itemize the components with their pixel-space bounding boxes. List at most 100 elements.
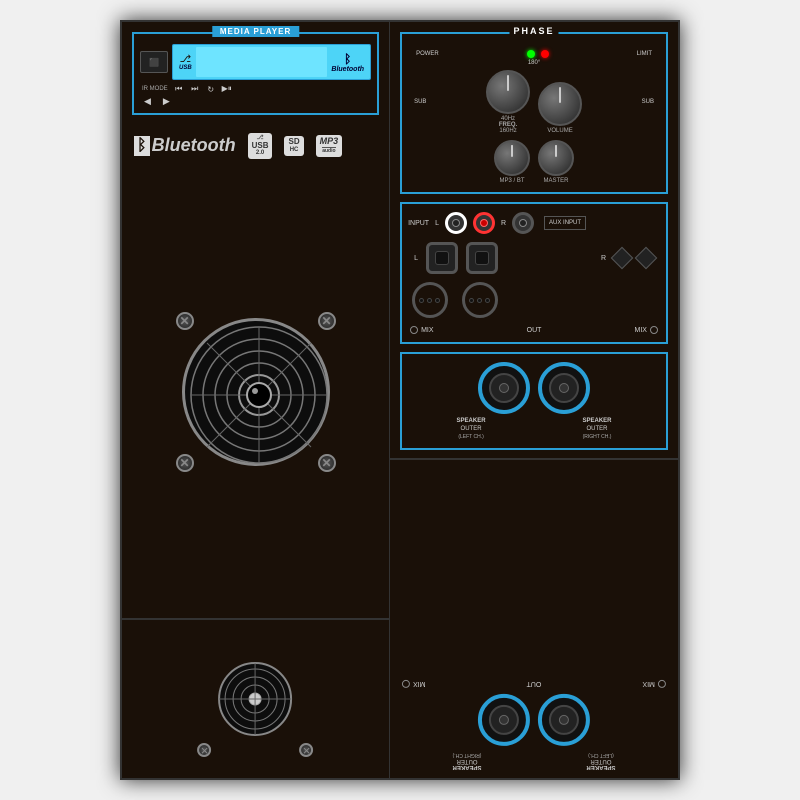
- inv-mix-row: MIX OUT MIX: [400, 680, 668, 688]
- trs-right-inner: [475, 251, 489, 265]
- speaker-right-sub: OUTER: [583, 426, 612, 434]
- mp3bt-knob[interactable]: [494, 140, 530, 176]
- rca-right-inner: [480, 219, 488, 227]
- led-red: [541, 50, 549, 58]
- sub-right-label: SUB: [642, 99, 654, 105]
- sub-left-label: SUB: [414, 99, 426, 105]
- vol-knob[interactable]: [538, 82, 582, 126]
- freq-knob-group[interactable]: 40Hz FREQ. 160Hz: [486, 70, 530, 134]
- lcd-screen: ⎇ USB ᛒ Bluetooth: [172, 44, 371, 80]
- sub-right-group: SUB: [642, 99, 654, 105]
- inv-speakon-right-inner: [489, 705, 519, 735]
- phase-top-labels: POWER LIMIT: [408, 46, 660, 60]
- speakon-left[interactable]: [478, 362, 530, 414]
- input-label: INPUT: [408, 220, 429, 227]
- ffwd-btn[interactable]: ▶: [163, 96, 170, 107]
- rca-left-connector[interactable]: [445, 212, 467, 234]
- usb-badge-label: USB: [252, 142, 269, 151]
- rca-mono-connector[interactable]: [512, 212, 534, 234]
- xlr-right-dots: [469, 298, 491, 303]
- phase-section: PHASE POWER LIMIT 180° SUB: [400, 32, 668, 194]
- limit-label: LIMIT: [637, 51, 652, 57]
- master-knob-group[interactable]: MASTER: [538, 140, 574, 184]
- media-player-title: MEDIA PLAYER: [212, 26, 299, 37]
- fan-section: ✕ ✕ ✕ ✕: [122, 167, 389, 618]
- xlr-right[interactable]: [462, 282, 498, 318]
- lcd-display-area: [196, 47, 328, 77]
- next-btn[interactable]: ⏭: [188, 84, 202, 94]
- usb-icon: ⎇: [180, 54, 192, 65]
- trs-left-jack[interactable]: [426, 242, 458, 274]
- out-label: OUT: [527, 327, 542, 334]
- speaker-left-ch: (LEFT CH.): [457, 434, 486, 441]
- repeat-btn[interactable]: ↻: [204, 84, 218, 94]
- speakon-left-center: [499, 383, 509, 393]
- left-jack-label: L: [414, 255, 418, 262]
- diamond-left: [611, 247, 634, 270]
- bt-icons-row: ᛒ Bluetooth ⎇ USB 2.0 SD HC MP3 audio: [122, 125, 389, 167]
- speaker-right-name: SPEAKER: [583, 418, 612, 426]
- bt-icon-lcd: ᛒ: [344, 52, 351, 66]
- device-panel: MEDIA PLAYER ⬛ ⎇ USB ᛒ Bluetoo: [120, 20, 680, 780]
- mp-controls-row: IR MODE ⏮ ⏭ ↻ ▶⏸: [140, 84, 371, 94]
- led-green: [527, 50, 535, 58]
- ir-mode-label: IR MODE: [142, 86, 168, 92]
- speakon-left-inner: [489, 373, 519, 403]
- trs-right-jack[interactable]: [466, 242, 498, 274]
- speaker-left-name: SPEAKER: [457, 418, 486, 426]
- mp3bt-knob-group[interactable]: MP3 / BT: [494, 140, 530, 184]
- speaker-right-label: SPEAKER OUTER (RIGHT CH.): [583, 418, 612, 440]
- left-panel: MEDIA PLAYER ⬛ ⎇ USB ᛒ Bluetoo: [122, 22, 390, 778]
- play-pause-btn[interactable]: ▶⏸: [220, 84, 234, 94]
- inv-speakon-left[interactable]: [538, 694, 590, 746]
- sd-badge-label: SD: [288, 138, 299, 147]
- input-section: INPUT L R: [400, 202, 668, 344]
- bt-symbol: ᛒ: [134, 136, 150, 156]
- inv-speakon-row: [400, 694, 668, 746]
- inv-speaker-labels: SPEAKER OUTER (LEFT CH.) SPEAKER OUTER (…: [400, 752, 668, 770]
- freq-label: 40Hz FREQ. 160Hz: [499, 116, 517, 134]
- bottom-right-section: SPEAKER OUTER (LEFT CH.) SPEAKER OUTER (…: [390, 458, 678, 778]
- prev-btn[interactable]: ⏮: [172, 84, 186, 94]
- speakon-right-center: [559, 383, 569, 393]
- small-screw-tr: ✕: [198, 743, 212, 757]
- xlr-row: [408, 282, 660, 318]
- rca-row: INPUT L R: [408, 212, 660, 234]
- speakon-right[interactable]: [538, 362, 590, 414]
- vol-knob-group[interactable]: VOLUME: [538, 82, 582, 134]
- phase-180-label: 180°: [408, 60, 660, 66]
- mix-right-circle: [650, 326, 658, 334]
- mix-right-group: MIX: [635, 326, 658, 334]
- inv-speakon-right[interactable]: [478, 694, 530, 746]
- mp-bottom-row: ◀ ▶: [140, 96, 371, 107]
- sd-card-slot[interactable]: ⬛: [140, 51, 168, 73]
- xlr-left[interactable]: [412, 282, 448, 318]
- inv-speaker-left: SPEAKER OUTER (LEFT CH.): [587, 752, 616, 770]
- usb-badge-version: 2.0: [256, 150, 264, 157]
- speaker-labels-row: SPEAKER OUTER (LEFT CH.) SPEAKER OUTER (…: [408, 418, 660, 440]
- mp3-badge-sub: audio: [322, 147, 335, 155]
- bottom-left-section: ✕ ✕: [122, 618, 389, 778]
- rca-right-connector[interactable]: [473, 212, 495, 234]
- sub-left-group: SUB: [414, 99, 426, 105]
- right-rca-label: R: [501, 220, 506, 227]
- deg-180-text: 180°: [528, 60, 540, 66]
- rewind-btn[interactable]: ◀: [144, 96, 151, 107]
- speaker-right-ch: (RIGHT CH.): [583, 434, 612, 441]
- lcd-bt-section: ᛒ Bluetooth: [331, 52, 364, 73]
- inverted-fan-section: ✕ ✕: [122, 629, 389, 769]
- trs-row: L R: [408, 242, 660, 274]
- mp3-badge-label: MP3: [320, 137, 339, 147]
- rca-mono-inner: [519, 219, 527, 227]
- diamond-right: [635, 247, 658, 270]
- lcd-usb-section: ⎇ USB: [179, 54, 192, 71]
- freq-knob[interactable]: [486, 70, 530, 114]
- mp3-badge: MP3 audio: [316, 135, 343, 156]
- fan-container: ✕ ✕ ✕ ✕: [166, 302, 346, 482]
- volume-label: VOLUME: [547, 128, 572, 134]
- master-knob[interactable]: [538, 140, 574, 176]
- speakon-right-inner: [549, 373, 579, 403]
- inverted-bottom-right: SPEAKER OUTER (LEFT CH.) SPEAKER OUTER (…: [390, 460, 678, 778]
- fan-svg: [185, 321, 333, 469]
- phase-title: PHASE: [510, 26, 559, 36]
